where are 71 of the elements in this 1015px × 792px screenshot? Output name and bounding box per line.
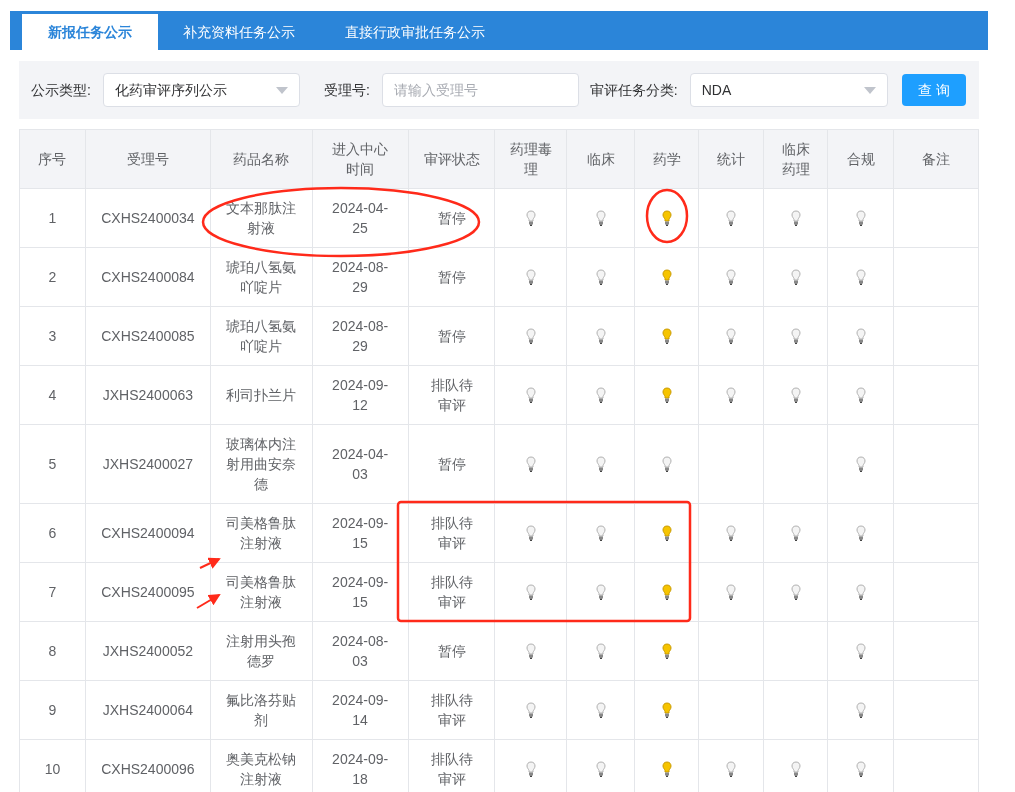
column-header: 审评状态 (408, 129, 495, 189)
table-cell: CXHS2400095 (85, 562, 211, 622)
table-cell: 利司扑兰片 (210, 365, 313, 425)
field-label: 受理号: (323, 80, 370, 100)
query-button[interactable]: 查 询 (901, 74, 966, 106)
table-cell: 玻璃体内注射用曲安奈德 (210, 424, 313, 504)
table-cell: JXHS2400063 (85, 365, 211, 425)
table-cell: 2024-04-25 (312, 188, 409, 248)
table-cell: 文本那肽注射液 (210, 188, 313, 248)
table-cell: 2024-08-29 (312, 247, 409, 307)
table-cell: 2024-09-12 (312, 365, 409, 425)
table-cell: CXHS2400094 (85, 503, 211, 563)
category-select[interactable]: NDA (689, 73, 888, 107)
table-cell: 注射用头孢德罗 (210, 621, 313, 681)
table-cell: 7 (19, 562, 86, 622)
field-label: 公示类型: (31, 80, 91, 100)
column-header: 序号 (19, 129, 86, 189)
table-cell: JXHS2400064 (85, 680, 211, 740)
table-cell: 司美格鲁肽注射液 (210, 562, 313, 622)
table-cell: CXHS2400034 (85, 188, 211, 248)
column-header: 药理毒理 (494, 129, 567, 189)
tab[interactable]: 补充资料任务公示 (158, 14, 320, 50)
column-header: 统计 (698, 129, 764, 189)
type-select[interactable]: 化药审评序列公示 (102, 73, 300, 107)
table-cell: 暂停 (408, 621, 495, 681)
table-cell: 2024-09-15 (312, 562, 409, 622)
column-header: 合规 (827, 129, 894, 189)
table-cell: CXHS2400085 (85, 306, 211, 366)
table-cell: 6 (19, 503, 86, 563)
table-cell: 1 (19, 188, 86, 248)
table-cell: 氟比洛芬贴剂 (210, 680, 313, 740)
dropdown-caret-icon (863, 86, 876, 94)
table-cell: 琥珀八氢氨吖啶片 (210, 306, 313, 366)
annotation-arrow (199, 557, 221, 569)
dropdown-caret-icon (275, 86, 288, 94)
table-cell: 3 (19, 306, 86, 366)
input-field[interactable]: 请输入受理号 (381, 73, 579, 107)
column-header: 受理号 (85, 129, 211, 189)
table-cell: 2 (19, 247, 86, 307)
table-cell: 2024-09-15 (312, 503, 409, 563)
table-cell: 暂停 (408, 424, 495, 504)
column-header: 药品名称 (210, 129, 313, 189)
table-cell: 排队待审评 (408, 680, 495, 740)
table-cell: 8 (19, 621, 86, 681)
table-cell: 5 (19, 424, 86, 504)
table-cell: 暂停 (408, 188, 495, 248)
table-cell: 2024-08-29 (312, 306, 409, 366)
table-cell: 10 (19, 739, 86, 792)
annotation-arrow (196, 594, 221, 609)
table-cell: 暂停 (408, 247, 495, 307)
tab[interactable]: 直接行政审批任务公示 (320, 14, 510, 50)
table-cell: JXHS2400027 (85, 424, 211, 504)
table-cell: CXHS2400084 (85, 247, 211, 307)
field-label: 审评任务分类: (589, 80, 678, 100)
table-cell: 暂停 (408, 306, 495, 366)
table-cell: 2024-04-03 (312, 424, 409, 504)
table-cell: 排队待审评 (408, 365, 495, 425)
table-cell: 2024-09-14 (312, 680, 409, 740)
table-cell: JXHS2400052 (85, 621, 211, 681)
column-header: 进入中心时间 (312, 129, 409, 189)
table-cell: 2024-08-03 (312, 621, 409, 681)
tab[interactable]: 新报任务公示 (22, 14, 158, 50)
annotation-ellipse (645, 188, 689, 244)
table-cell: 排队待审评 (408, 503, 495, 563)
column-header: 临床药理 (763, 129, 828, 189)
table-cell: 9 (19, 680, 86, 740)
table-cell: 琥珀八氢氨吖啶片 (210, 247, 313, 307)
table-cell: 4 (19, 365, 86, 425)
column-header: 备注 (893, 129, 979, 189)
column-header: 药学 (634, 129, 699, 189)
column-header: 临床 (566, 129, 635, 189)
